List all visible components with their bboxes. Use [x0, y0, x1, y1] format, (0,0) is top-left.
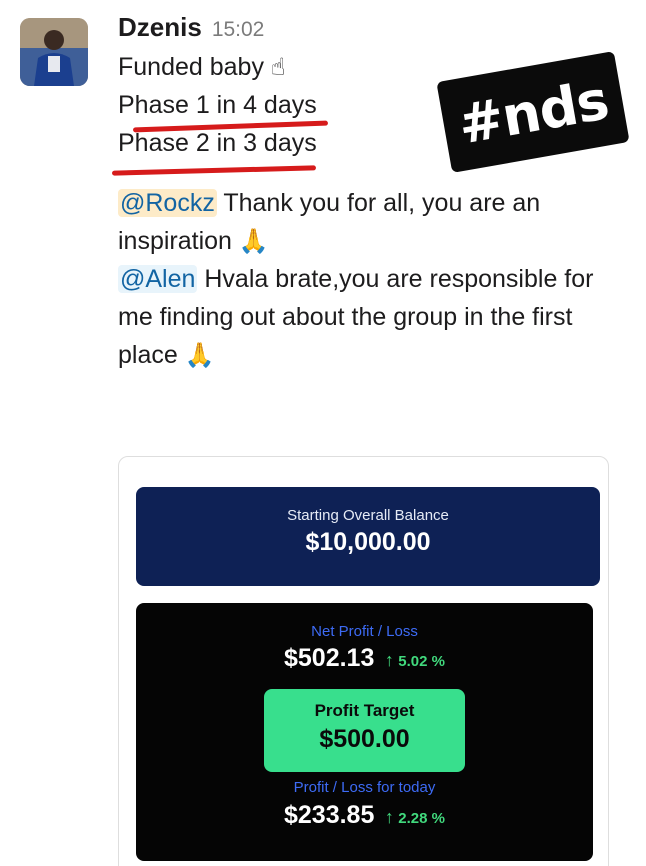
message-line: @Alen Hvala brate,you are responsible fo… — [118, 260, 638, 298]
net-profit-row: $502.13 ↑ 5.02 % — [136, 644, 593, 673]
profit-target-label: Profit Target — [314, 701, 415, 720]
message-text: Funded baby — [118, 53, 264, 81]
net-profit-value: $502.13 — [284, 644, 375, 672]
message-text: Thank you for all, you are an — [216, 189, 541, 217]
mention-rockz[interactable]: @Rockz — [118, 189, 217, 217]
message-line: me finding out about the group in the fi… — [118, 303, 573, 331]
today-profit-label: Profit / Loss for today — [293, 779, 436, 796]
message-header: Dzenis 15:02 — [118, 8, 638, 48]
message-text: inspiration — [118, 227, 239, 255]
pointing-up-emoji-icon: ☝ — [270, 53, 286, 81]
net-profit-label: Net Profit / Loss — [311, 623, 418, 640]
today-profit-row: $233.85 ↑ 2.28 % — [136, 801, 593, 830]
profit-target-card: Profit Target $500.00 — [264, 689, 465, 772]
profit-panel: Net Profit / Loss $502.13 ↑ 5.02 % Profi… — [136, 603, 593, 861]
message-line: @Rockz Thank you for all, you are an — [118, 184, 638, 222]
message-line: inspiration 🙏 — [118, 222, 638, 260]
chat-screen: Dzenis 15:02 Funded baby ☝ Phase 1 in 4 … — [0, 0, 646, 866]
image-attachment[interactable]: Starting Overall Balance $10,000.00 Net … — [118, 456, 609, 866]
net-profit-percent: 5.02 % — [398, 653, 445, 670]
pray-emoji-icon: 🙏 — [184, 341, 215, 369]
mention-alen[interactable]: @Alen — [118, 265, 198, 293]
message-text: place — [118, 341, 185, 369]
message-line: place 🙏 — [118, 336, 638, 374]
message-timestamp[interactable]: 15:02 — [212, 11, 265, 49]
message-text: Hvala brate,you are responsible for — [197, 265, 594, 293]
profit-target-value: $500.00 — [319, 725, 410, 753]
starting-balance-label: Starting Overall Balance — [287, 507, 449, 524]
today-profit-value: $233.85 — [284, 801, 375, 829]
today-profit-percent: 2.28 % — [398, 810, 445, 827]
arrow-up-icon: ↑ — [384, 807, 394, 827]
arrow-up-icon: ↑ — [384, 650, 394, 670]
avatar-photo — [20, 18, 88, 86]
starting-balance-card: Starting Overall Balance $10,000.00 — [136, 487, 600, 586]
avatar[interactable] — [20, 18, 88, 86]
sticker-text: #nds — [453, 67, 613, 157]
author-name[interactable]: Dzenis — [118, 8, 202, 46]
starting-balance-value: $10,000.00 — [305, 528, 431, 556]
pray-emoji-icon: 🙏 — [238, 227, 269, 255]
